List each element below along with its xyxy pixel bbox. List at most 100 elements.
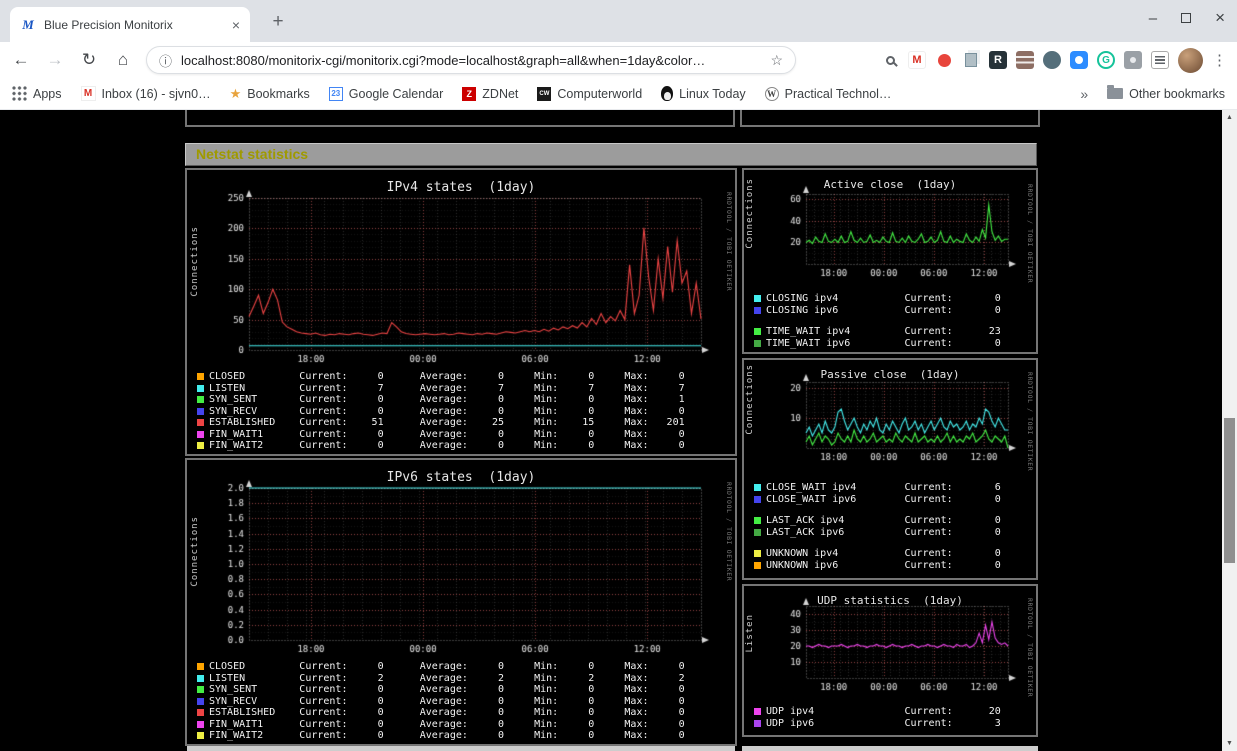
bookmark-computerworld[interactable]: CW Computerworld (537, 86, 642, 101)
legend-text: ESTABLISHED Current: 51 Average: 25 Min:… (209, 417, 685, 429)
gmail-icon: M (80, 86, 96, 101)
chart-title: IPv6 states (1day) (386, 470, 536, 485)
chart-ylabel: Connections (190, 226, 200, 297)
gmail-extension-icon[interactable]: M (908, 51, 926, 69)
bookmark-label: Linux Today (679, 86, 746, 101)
browser-menu-icon[interactable]: ⋮ (1212, 51, 1227, 69)
new-tab-button[interactable]: + (265, 11, 291, 33)
folder-icon (1107, 85, 1124, 99)
chart-legend: CLOSED Current: 0 Average: 0 Min: 0 Max:… (197, 371, 685, 452)
chart-ylabel: Listen (745, 614, 755, 653)
chart-legend: CLOSED Current: 0 Average: 0 Min: 0 Max:… (197, 661, 685, 742)
scroll-up-arrow[interactable]: ▲ (1222, 110, 1237, 125)
legend-swatch (754, 306, 761, 314)
copy-extension-icon[interactable] (962, 51, 980, 69)
legend-swatch (754, 339, 761, 347)
forward-icon[interactable]: → (44, 50, 66, 70)
legend-row: LISTEN Current: 7 Average: 7 Min: 7 Max:… (197, 383, 685, 395)
window-minimize-button[interactable]: – (1149, 10, 1157, 27)
window-maximize-button[interactable] (1181, 13, 1192, 23)
bookmarks-overflow-icon[interactable]: » (1080, 86, 1088, 102)
window-controls: – × (1149, 8, 1225, 28)
legend-text: CLOSE_WAIT ipv6 Current: 0 (766, 493, 1001, 505)
zdnet-icon: Z (462, 86, 477, 101)
legend-swatch (197, 709, 204, 717)
graph-panel-ipv6-states: IPv6 states (1day) Connections RRDTOOL /… (185, 458, 737, 746)
scrollbar-thumb[interactable] (1224, 418, 1235, 563)
bookmark-label: Google Calendar (348, 86, 444, 101)
legend-row: CLOSING ipv4 Current: 0 (754, 293, 1001, 305)
apps-shortcut[interactable]: Apps (12, 86, 62, 101)
legend-row: UDP ipv6 Current: 3 (754, 718, 1001, 730)
tab-strip: M Blue Precision Monitorix × + – × (0, 0, 1237, 42)
legend-text: LISTEN Current: 7 Average: 7 Min: 7 Max:… (209, 382, 685, 394)
computerworld-icon: CW (537, 86, 552, 101)
page-info-icon[interactable]: ⓘ (159, 51, 172, 70)
shield-extension-icon[interactable] (1043, 51, 1061, 69)
legend-text: UNKNOWN ipv6 Current: 0 (766, 559, 1001, 571)
legend-text: SYN_RECV Current: 0 Average: 0 Min: 0 Ma… (209, 695, 685, 707)
legend-text: LAST_ACK ipv6 Current: 0 (766, 526, 1001, 538)
legend-text: SYN_SENT Current: 0 Average: 0 Min: 0 Ma… (209, 394, 685, 406)
section-title: Netstat statistics (196, 146, 309, 162)
stack-extension-icon[interactable] (1016, 51, 1034, 69)
bookmark-inbox[interactable]: M Inbox (16) - sjvn0… (80, 86, 211, 101)
legend-swatch (754, 719, 761, 727)
graph-panel-udp-statistics: UDP statistics (1day) Listen RRDTOOL / T… (742, 584, 1038, 737)
legend-text: SYN_SENT Current: 0 Average: 0 Min: 0 Ma… (209, 684, 685, 696)
legend-swatch (197, 697, 204, 705)
legend-row: UNKNOWN ipv4 Current: 0 (754, 548, 1001, 560)
legend-row: CLOSING ipv6 Current: 0 (754, 305, 1001, 317)
legend-swatch (754, 484, 761, 492)
browser-toolbar: ← → ↻ ⌂ ⓘ localhost:8080/monitorix-cgi/m… (0, 42, 1237, 78)
tab-title: Blue Precision Monitorix (44, 17, 173, 32)
legend-row: SYN_RECV Current: 0 Average: 0 Min: 0 Ma… (197, 406, 685, 418)
search-extension-icon[interactable] (881, 51, 899, 69)
legend-swatch (197, 419, 204, 427)
legend-row: LAST_ACK ipv6 Current: 0 (754, 527, 1001, 539)
calendar-icon: 23 (328, 86, 343, 101)
grammarly-extension-icon[interactable]: G (1097, 51, 1115, 69)
legend-text: UDP ipv4 Current: 20 (766, 706, 1001, 718)
legend-text: CLOSED Current: 0 Average: 0 Min: 0 Max:… (209, 371, 685, 383)
bookmark-practical-technology[interactable]: W Practical Technol… (764, 86, 891, 101)
legend-swatch (197, 442, 204, 450)
star-icon: ★ (229, 86, 242, 101)
reload-icon[interactable]: ↻ (78, 50, 100, 70)
browser-tab[interactable]: M Blue Precision Monitorix × (10, 7, 250, 42)
legend-spacer (754, 316, 1001, 326)
extensions-puzzle-icon[interactable] (1124, 51, 1142, 69)
r-extension-icon[interactable]: R (989, 51, 1007, 69)
zoom-extension-icon[interactable] (1070, 51, 1088, 69)
window-close-button[interactable]: × (1215, 8, 1225, 28)
url-text[interactable]: localhost:8080/monitorix-cgi/monitorix.c… (181, 53, 761, 68)
legend-row: FIN_WAIT1 Current: 0 Average: 0 Min: 0 M… (197, 429, 685, 441)
legend-text: SYN_RECV Current: 0 Average: 0 Min: 0 Ma… (209, 405, 685, 417)
legend-text: CLOSE_WAIT ipv4 Current: 6 (766, 482, 1001, 494)
bookmark-label: Bookmarks (247, 86, 310, 101)
legend-row: CLOSE_WAIT ipv4 Current: 6 (754, 482, 1001, 494)
vertical-scrollbar[interactable]: ▲ ▼ (1222, 110, 1237, 751)
bookmark-google-calendar[interactable]: 23 Google Calendar (328, 86, 444, 101)
legend-text: LAST_ACK ipv4 Current: 0 (766, 515, 1001, 527)
bookmark-zdnet[interactable]: Z ZDNet (462, 86, 518, 101)
legend-text: FIN_WAIT1 Current: 0 Average: 0 Min: 0 M… (209, 428, 685, 440)
tab-close-icon[interactable]: × (232, 18, 240, 32)
rrdtool-watermark: RRDTOOL / TOBI OETIKER (725, 482, 733, 582)
bookmark-bookmarks[interactable]: ★ Bookmarks (230, 87, 310, 101)
list-extension-icon[interactable] (1151, 51, 1169, 69)
bookmark-linux-today[interactable]: Linux Today (661, 86, 746, 101)
back-icon[interactable]: ← (10, 50, 32, 70)
home-icon[interactable]: ⌂ (112, 50, 134, 70)
pocket-extension-icon[interactable] (935, 51, 953, 69)
scroll-down-arrow[interactable]: ▼ (1222, 736, 1237, 751)
legend-text: CLOSING ipv6 Current: 0 (766, 304, 1001, 316)
section-header: Netstat statistics (185, 143, 1037, 166)
chart-legend: UDP ipv4 Current: 20 UDP ipv6 Current: 3 (754, 706, 1001, 729)
legend-swatch (754, 561, 761, 569)
profile-avatar[interactable] (1178, 47, 1203, 73)
address-bar[interactable]: ⓘ localhost:8080/monitorix-cgi/monitorix… (146, 46, 796, 74)
other-bookmarks[interactable]: Other bookmarks (1107, 85, 1225, 101)
legend-row: FIN_WAIT1 Current: 0 Average: 0 Min: 0 M… (197, 719, 685, 731)
bookmark-star-icon[interactable]: ☆ (770, 52, 783, 69)
